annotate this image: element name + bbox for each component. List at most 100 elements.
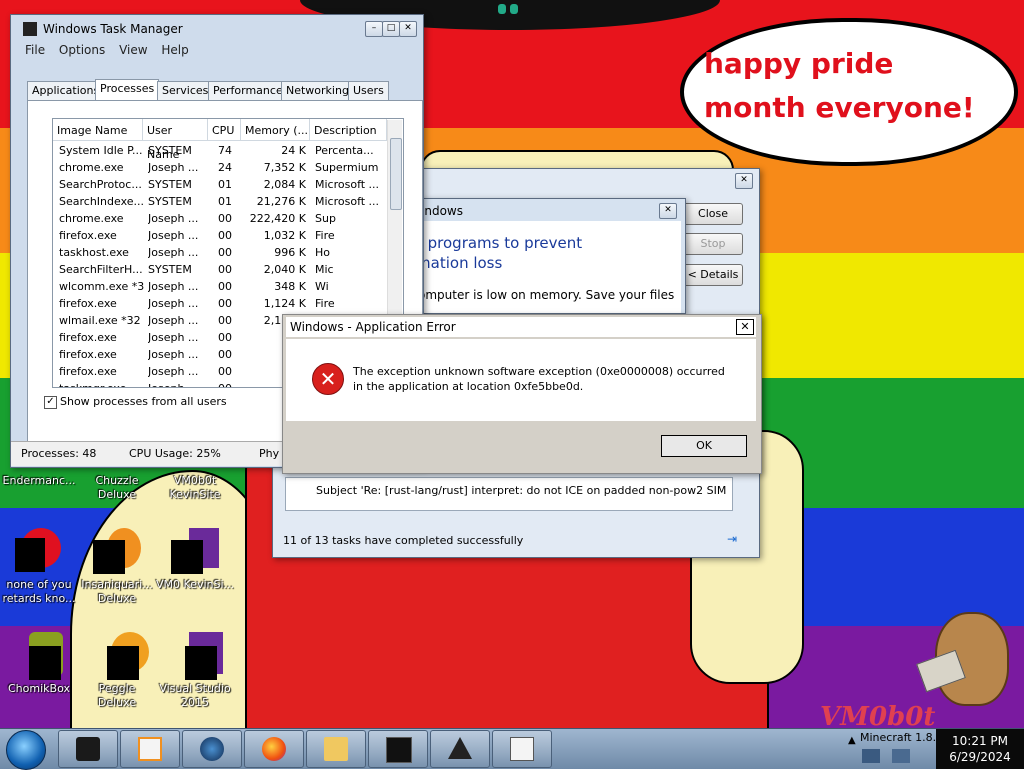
- tray-arrow-icon[interactable]: ▲: [848, 735, 858, 761]
- column-description[interactable]: Description: [310, 119, 387, 141]
- table-row[interactable]: SearchProtoc... SYSTEM 01 2,084 K Microsoft …: [53, 176, 393, 193]
- menu-bar: File Options View Help: [25, 43, 199, 57]
- desktop-icon-vm0-kevinsite[interactable]: VM0 KevinSi...: [156, 528, 234, 592]
- pin-icon[interactable]: ⇥: [727, 532, 737, 546]
- taskbar-item-task-manager[interactable]: [368, 730, 428, 768]
- tray-network-icon[interactable]: [862, 749, 880, 763]
- desktop-icon-chuzzle[interactable]: Chuzzle Deluxe: [78, 474, 156, 502]
- speech-bubble-text: happy pride month everyone!: [704, 47, 975, 124]
- system-tray: ▲ Minecraft 1.8.8: [848, 729, 943, 769]
- table-row[interactable]: SearchFilterH... SYSTEM 00 2,040 K Mic: [53, 261, 393, 278]
- status-phys: Phy: [259, 447, 280, 460]
- start-button[interactable]: [6, 730, 46, 770]
- menu-help[interactable]: Help: [161, 43, 188, 57]
- desktop-icon-vm0b0t-kevinsite[interactable]: VM0b0t KevinSite: [156, 474, 234, 502]
- menu-options[interactable]: Options: [59, 43, 105, 57]
- low-memory-dialog-close-button[interactable]: ✕: [659, 203, 677, 219]
- window-icon: [510, 737, 534, 761]
- column-image-name[interactable]: Image Name: [53, 119, 143, 141]
- task-list: Subject 'Re: [rust-lang/rust] interpret:…: [285, 477, 733, 511]
- table-cell: Joseph ...: [148, 331, 199, 344]
- desktop-icon-label: Insaniquari... Deluxe: [81, 578, 153, 605]
- table-cell: Fire: [315, 229, 335, 242]
- ok-button[interactable]: OK: [661, 435, 747, 457]
- warning-icon: [448, 737, 472, 759]
- desktop-icon-label: Endermanc...: [2, 474, 76, 487]
- clock-date: 6/29/2024: [949, 750, 1011, 764]
- table-cell: Joseph ...: [148, 348, 199, 361]
- table-row[interactable]: firefox.exe Joseph ... 00 1,032 K Fire: [53, 227, 393, 244]
- table-cell: 00: [218, 212, 232, 225]
- menu-file[interactable]: File: [25, 43, 45, 57]
- taskbar-item-application[interactable]: [492, 730, 552, 768]
- table-cell: Wi: [315, 280, 329, 293]
- clock-time: 10:21 PM: [952, 734, 1008, 748]
- table-cell: firefox.exe: [59, 229, 117, 242]
- application-error-titlebar: Windows - Application Error ✕: [286, 317, 756, 337]
- table-cell: Joseph ...: [148, 229, 199, 242]
- desktop-icon-visual-studio[interactable]: Visual Studio 2015: [156, 632, 234, 710]
- table-cell: SearchProtoc...: [59, 178, 142, 191]
- menu-view[interactable]: View: [119, 43, 147, 57]
- taskbar-item-computer[interactable]: [58, 730, 118, 768]
- taskbar-item-globe[interactable]: [182, 730, 242, 768]
- low-memory-body: Your computer is low on memory. Save you…: [382, 288, 675, 316]
- table-row[interactable]: chrome.exe Joseph ... 24 7,352 K Supermium: [53, 159, 393, 176]
- table-row[interactable]: System Idle P... SYSTEM 74 24 K Percenta...: [53, 142, 393, 159]
- desktop-icon-label: Peggle Deluxe: [97, 682, 137, 709]
- progress-window-close-button[interactable]: ✕: [735, 173, 753, 189]
- tab-users[interactable]: Users: [348, 81, 389, 101]
- table-cell: Mic: [315, 263, 334, 276]
- table-cell: 24: [218, 161, 232, 174]
- table-cell: Supermium: [315, 161, 379, 174]
- taskbar-item-warning[interactable]: [430, 730, 490, 768]
- table-cell: SYSTEM: [148, 263, 192, 276]
- show-all-users-checkbox[interactable]: ✓ Show processes from all users: [44, 395, 227, 409]
- status-processes: Processes: 48: [21, 447, 97, 460]
- desktop-icon-none-of-you[interactable]: none of you retards kno...: [0, 528, 78, 606]
- minimize-button[interactable]: –: [365, 21, 383, 37]
- table-cell: Sup: [315, 212, 336, 225]
- application-error-message: The exception unknown software exception…: [353, 365, 725, 393]
- taskbar-item-firefox[interactable]: [244, 730, 304, 768]
- stop-button: Stop: [683, 233, 743, 255]
- task-manager-title: Windows Task Manager: [43, 22, 183, 36]
- table-cell: 00: [218, 263, 232, 276]
- tray-volume-icon[interactable]: [892, 749, 910, 763]
- column-memory[interactable]: Memory (...: [241, 119, 310, 141]
- column-user-name[interactable]: User Name: [143, 119, 208, 161]
- close-button[interactable]: Close: [683, 203, 743, 225]
- tab-performance[interactable]: Performance: [208, 81, 288, 101]
- tab-processes[interactable]: Processes: [95, 79, 160, 101]
- details-button[interactable]: < Details: [683, 264, 743, 286]
- maximize-button[interactable]: □: [382, 21, 400, 37]
- tray-minecraft-label[interactable]: Minecraft 1.8.8: [860, 731, 943, 744]
- table-row[interactable]: taskhost.exe Joseph ... 00 996 K Ho: [53, 244, 393, 261]
- table-row[interactable]: firefox.exe Joseph ... 00 1,124 K Fire: [53, 295, 393, 312]
- desktop-icon-peggle[interactable]: Peggle Deluxe: [78, 632, 156, 710]
- task-manager-close-button[interactable]: ✕: [399, 21, 417, 37]
- table-cell: 1,032 K: [263, 229, 306, 242]
- tab-services[interactable]: Services: [157, 81, 214, 101]
- tab-networking[interactable]: Networking: [281, 81, 354, 101]
- table-cell: Joseph ...: [148, 380, 210, 387]
- table-cell: Joseph ...: [148, 297, 199, 310]
- table-cell: Joseph ...: [148, 161, 199, 174]
- column-cpu[interactable]: CPU: [208, 119, 241, 141]
- table-row[interactable]: chrome.exe Joseph ... 00 222,420 K Sup: [53, 210, 393, 227]
- folder-icon: [324, 737, 348, 761]
- desktop-icon-endermanc[interactable]: Endermanc...: [0, 474, 78, 488]
- taskbar-item-explorer[interactable]: [306, 730, 366, 768]
- application-error-close-button[interactable]: ✕: [736, 319, 754, 335]
- table-row[interactable]: SearchIndexe... SYSTEM 01 21,276 K Microsoft…: [53, 193, 393, 210]
- table-row[interactable]: wlcomm.exe *32 Joseph ... 00 348 K Wi: [53, 278, 393, 295]
- desktop-icon-insaniquarium[interactable]: Insaniquari... Deluxe: [78, 528, 156, 606]
- tab-applications[interactable]: Applications: [27, 81, 105, 101]
- table-cell: System Idle P...: [59, 144, 143, 157]
- desktop-icon-chomikbox[interactable]: ChomikBox: [0, 632, 78, 696]
- clock[interactable]: 10:21 PM 6/29/2024: [936, 729, 1024, 769]
- table-cell: 01: [218, 195, 232, 208]
- taskbar-item-media-player[interactable]: [120, 730, 180, 768]
- scrollbar-thumb[interactable]: [390, 138, 402, 210]
- application-error-title: Windows - Application Error: [290, 320, 456, 334]
